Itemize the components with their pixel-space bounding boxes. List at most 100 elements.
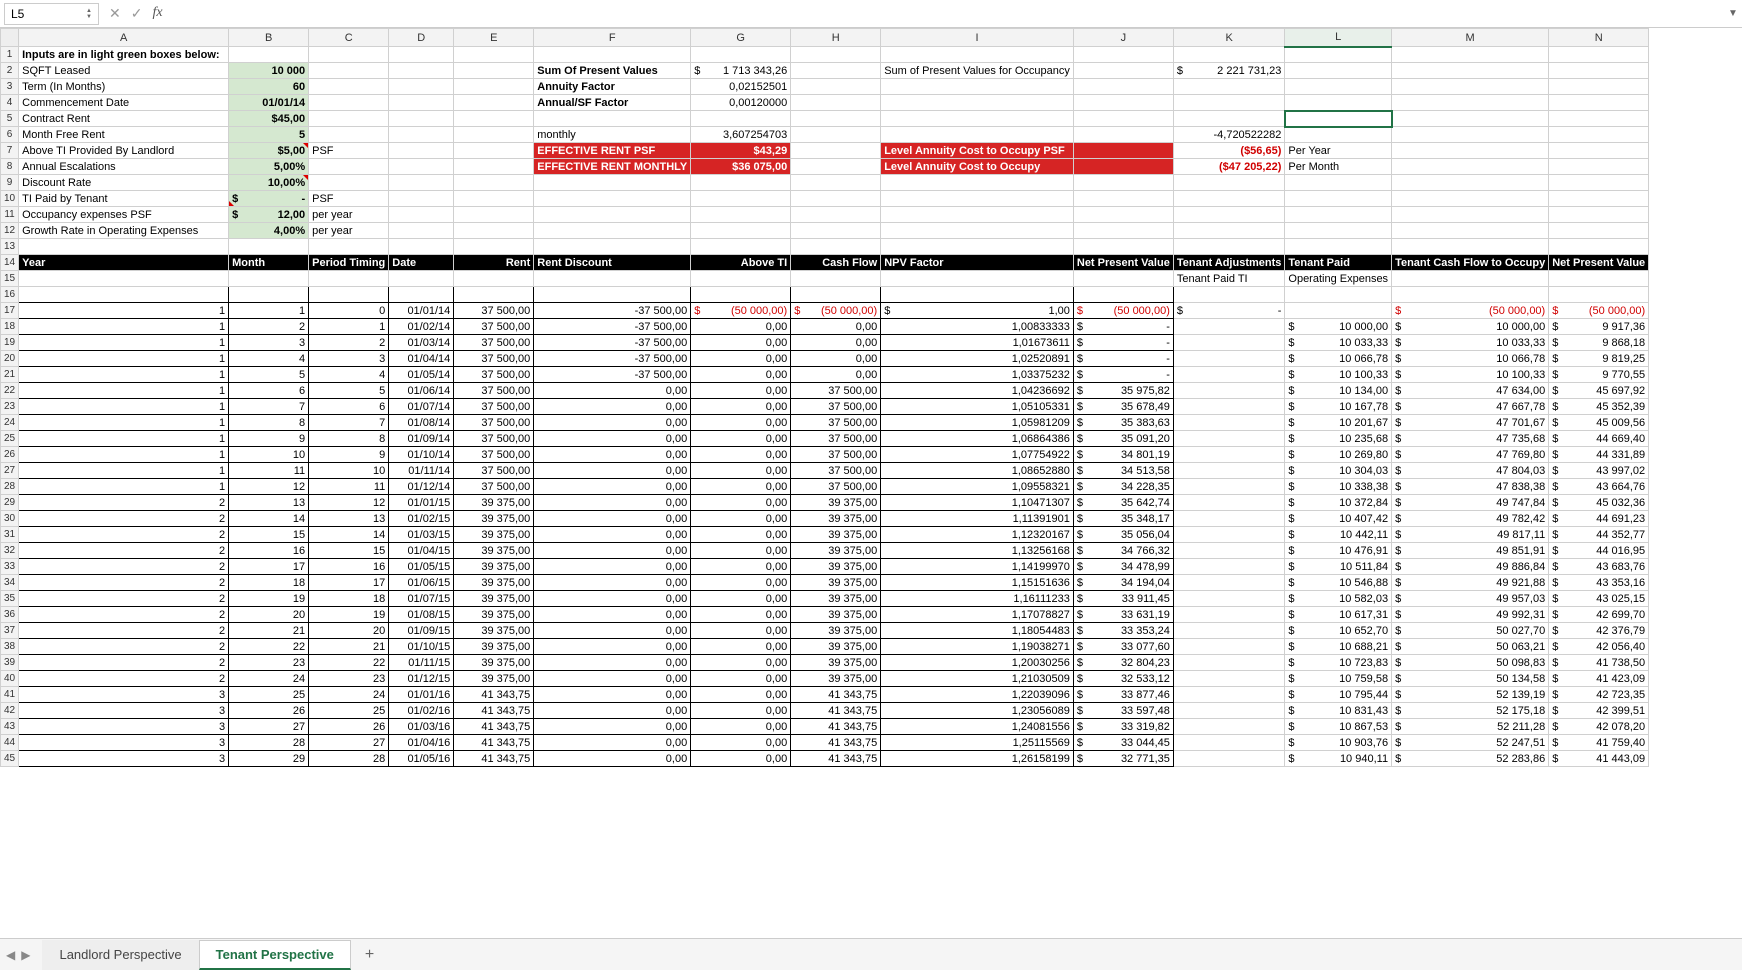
cell-D34[interactable]: 01/06/15 [389, 575, 454, 591]
cell-J4[interactable] [1073, 95, 1173, 111]
cell-I37[interactable]: 1,18054483 [881, 623, 1074, 639]
cell-F34[interactable]: 0,00 [534, 575, 691, 591]
row-header[interactable]: 42 [1, 703, 19, 719]
cell-D26[interactable]: 01/10/14 [389, 447, 454, 463]
cancel-icon[interactable]: ✕ [109, 5, 121, 22]
cell-N5[interactable] [1549, 111, 1649, 127]
cell-I4[interactable] [881, 95, 1074, 111]
col-header-E[interactable]: E [454, 29, 534, 47]
cell-K30[interactable] [1173, 511, 1285, 527]
cell-N21[interactable]: $9 770,55 [1549, 367, 1649, 383]
cell-D40[interactable]: 01/12/15 [389, 671, 454, 687]
cell-N44[interactable]: $41 759,40 [1549, 735, 1649, 751]
cell-D3[interactable] [389, 79, 454, 95]
cell-K10[interactable] [1173, 191, 1285, 207]
cell-K13[interactable] [1173, 239, 1285, 255]
cell-L6[interactable] [1285, 127, 1392, 143]
cell-J13[interactable] [1073, 239, 1173, 255]
cell-I26[interactable]: 1,07754922 [881, 447, 1074, 463]
cell-E35[interactable]: 39 375,00 [454, 591, 534, 607]
cell-C14[interactable]: Period Timing [309, 255, 389, 271]
cell-N27[interactable]: $43 997,02 [1549, 463, 1649, 479]
cell-A29[interactable]: 2 [19, 495, 229, 511]
cell-G10[interactable] [691, 191, 791, 207]
cell-G18[interactable]: 0,00 [691, 319, 791, 335]
cell-E32[interactable]: 39 375,00 [454, 543, 534, 559]
cell-E3[interactable] [454, 79, 534, 95]
cell-H41[interactable]: 41 343,75 [791, 687, 881, 703]
cell-C11[interactable]: per year [309, 207, 389, 223]
cell-G22[interactable]: 0,00 [691, 383, 791, 399]
cell-A42[interactable]: 3 [19, 703, 229, 719]
cell-D44[interactable]: 01/04/16 [389, 735, 454, 751]
cell-L22[interactable]: $10 134,00 [1285, 383, 1392, 399]
cell-E15[interactable] [454, 271, 534, 287]
cell-G13[interactable] [691, 239, 791, 255]
cell-H28[interactable]: 37 500,00 [791, 479, 881, 495]
row-header[interactable]: 13 [1, 239, 19, 255]
cell-G7[interactable]: $43,29 [691, 143, 791, 159]
cell-C13[interactable] [309, 239, 389, 255]
cell-F3[interactable]: Annuity Factor [534, 79, 691, 95]
cell-A17[interactable]: 1 [19, 303, 229, 319]
cell-K12[interactable] [1173, 223, 1285, 239]
cell-E34[interactable]: 39 375,00 [454, 575, 534, 591]
cell-I22[interactable]: 1,04236692 [881, 383, 1074, 399]
enter-icon[interactable]: ✓ [131, 5, 143, 22]
cell-L25[interactable]: $10 235,68 [1285, 431, 1392, 447]
cell-C26[interactable]: 9 [309, 447, 389, 463]
cell-A16[interactable] [19, 287, 229, 303]
cell-A38[interactable]: 2 [19, 639, 229, 655]
cell-I9[interactable] [881, 175, 1074, 191]
cell-G32[interactable]: 0,00 [691, 543, 791, 559]
cell-A7[interactable]: Above TI Provided By Landlord [19, 143, 229, 159]
cell-N45[interactable]: $41 443,09 [1549, 751, 1649, 767]
cell-E31[interactable]: 39 375,00 [454, 527, 534, 543]
cell-A45[interactable]: 3 [19, 751, 229, 767]
row-header[interactable]: 4 [1, 95, 19, 111]
col-header-D[interactable]: D [389, 29, 454, 47]
cell-N43[interactable]: $42 078,20 [1549, 719, 1649, 735]
cell-J15[interactable] [1073, 271, 1173, 287]
cell-K5[interactable] [1173, 111, 1285, 127]
cell-J12[interactable] [1073, 223, 1173, 239]
cell-H25[interactable]: 37 500,00 [791, 431, 881, 447]
cell-M32[interactable]: $49 851,91 [1392, 543, 1549, 559]
cell-E11[interactable] [454, 207, 534, 223]
cell-D14[interactable]: Date [389, 255, 454, 271]
cell-M44[interactable]: $52 247,51 [1392, 735, 1549, 751]
cell-L3[interactable] [1285, 79, 1392, 95]
cell-F19[interactable]: -37 500,00 [534, 335, 691, 351]
cell-H2[interactable] [791, 63, 881, 79]
cell-D6[interactable] [389, 127, 454, 143]
cell-K14[interactable]: Tenant Adjustments [1173, 255, 1285, 271]
tab-next-icon[interactable]: ▶ [21, 948, 30, 962]
cell-J36[interactable]: $33 631,19 [1073, 607, 1173, 623]
cell-C3[interactable] [309, 79, 389, 95]
cell-G36[interactable]: 0,00 [691, 607, 791, 623]
cell-K33[interactable] [1173, 559, 1285, 575]
cell-J37[interactable]: $33 353,24 [1073, 623, 1173, 639]
cell-D17[interactable]: 01/01/14 [389, 303, 454, 319]
cell-N10[interactable] [1549, 191, 1649, 207]
cell-B34[interactable]: 18 [229, 575, 309, 591]
cell-A24[interactable]: 1 [19, 415, 229, 431]
cell-N12[interactable] [1549, 223, 1649, 239]
cell-J24[interactable]: $35 383,63 [1073, 415, 1173, 431]
cell-A33[interactable]: 2 [19, 559, 229, 575]
cell-M13[interactable] [1392, 239, 1549, 255]
cell-E13[interactable] [454, 239, 534, 255]
cell-G43[interactable]: 0,00 [691, 719, 791, 735]
row-header[interactable]: 33 [1, 559, 19, 575]
cell-H18[interactable]: 0,00 [791, 319, 881, 335]
cell-B5[interactable]: $45,00 [229, 111, 309, 127]
cell-H11[interactable] [791, 207, 881, 223]
cell-A44[interactable]: 3 [19, 735, 229, 751]
cell-N9[interactable] [1549, 175, 1649, 191]
cell-E42[interactable]: 41 343,75 [454, 703, 534, 719]
cell-F36[interactable]: 0,00 [534, 607, 691, 623]
cell-G23[interactable]: 0,00 [691, 399, 791, 415]
cell-I3[interactable] [881, 79, 1074, 95]
cell-N1[interactable] [1549, 47, 1649, 63]
row-header[interactable]: 19 [1, 335, 19, 351]
